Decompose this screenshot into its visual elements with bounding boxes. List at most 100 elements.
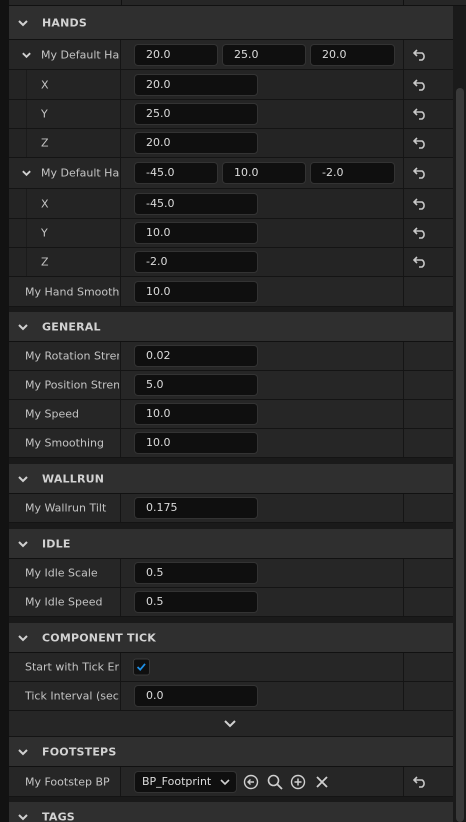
property-row-wallrun-tilt: My Wallrun Tilt 0.175 [9, 494, 453, 523]
clear-icon[interactable] [314, 774, 330, 790]
section-component-tick[interactable]: COMPONENT TICK [9, 623, 453, 653]
reset-to-default-icon[interactable] [413, 48, 427, 61]
property-row-position-strength: My Position Strength 5.0 [9, 371, 453, 400]
property-label: My Idle Scale [25, 566, 98, 580]
add-icon[interactable] [290, 774, 306, 790]
chevron-down-icon[interactable] [21, 49, 32, 60]
property-row-smoothing: My Smoothing 10.0 [9, 429, 453, 458]
reset-to-default-icon[interactable] [413, 227, 427, 239]
property-row-z: Z -2.0 [9, 248, 453, 277]
dropdown-value: BP_Footprint [142, 774, 212, 788]
chevron-down-icon[interactable] [21, 168, 32, 179]
property-label: My Smoothing [25, 436, 104, 450]
value-input[interactable]: 10.0 [134, 403, 258, 425]
chevron-down-icon[interactable] [223, 718, 237, 730]
section-wallrun[interactable]: WALLRUN [9, 464, 453, 494]
reset-to-default-icon[interactable] [413, 108, 427, 120]
axis-label: X [41, 197, 49, 210]
x-input[interactable]: 20.0 [134, 73, 258, 96]
z-input[interactable]: -2.0 [134, 251, 258, 273]
property-row-hand-offset[interactable]: My Default Hand Offset 20.0 25.0 20.0 [9, 40, 453, 70]
property-row-speed: My Speed 10.0 [9, 400, 453, 429]
z-value-field[interactable]: 20.0 [310, 43, 395, 66]
property-row-hand-rotation[interactable]: My Default Hand Rotation -45.0 10.0 -2.0 [9, 158, 453, 189]
property-label: My Rotation Strength [25, 349, 119, 363]
section-title: GENERAL [42, 320, 101, 333]
chevron-down-icon [18, 323, 28, 330]
start-with-tick-checkbox[interactable] [133, 658, 150, 676]
value-input[interactable]: 10.0 [134, 280, 258, 303]
property-row-footstep-bp: My Footstep BP BP_Footprint [9, 767, 453, 797]
value-input[interactable]: 0.175 [134, 497, 258, 519]
section-title: COMPONENT TICK [42, 631, 157, 644]
section-title: TAGS [42, 810, 75, 822]
section-footsteps[interactable]: FOOTSTEPS [9, 737, 453, 767]
property-label: My Hand Smoothing [25, 285, 119, 298]
section-tags[interactable]: TAGS [9, 802, 453, 822]
section-title: WALLRUN [42, 472, 105, 485]
property-row-idle-speed: My Idle Speed 0.5 [9, 588, 453, 617]
property-row-y: Y 25.0 [9, 100, 453, 129]
chevron-down-icon [18, 634, 28, 641]
value-input[interactable]: 10.0 [134, 432, 258, 454]
property-row-z: Z 20.0 [9, 129, 453, 158]
property-row-tick-interval: Tick Interval (secs) 0.0 [9, 682, 453, 711]
show-advanced-row[interactable] [9, 711, 453, 737]
section-title: FOOTSTEPS [42, 745, 117, 758]
reset-to-default-icon[interactable] [413, 137, 427, 149]
reset-to-default-icon[interactable] [413, 167, 427, 179]
section-title: HANDS [42, 16, 87, 29]
scrollbar-thumb[interactable] [456, 88, 464, 822]
axis-label: X [41, 78, 49, 91]
chevron-down-icon [18, 19, 28, 26]
checkmark-icon [136, 663, 146, 671]
y-value-field[interactable]: 25.0 [222, 43, 306, 66]
reset-to-default-icon[interactable] [413, 78, 427, 91]
footstep-bp-dropdown[interactable]: BP_Footprint [134, 770, 237, 793]
reset-to-default-icon[interactable] [413, 256, 427, 268]
z-input[interactable]: 20.0 [134, 132, 258, 154]
value-input[interactable]: 5.0 [134, 374, 258, 396]
x-value-field[interactable]: -45.0 [134, 162, 218, 184]
z-value-field[interactable]: -2.0 [310, 162, 395, 184]
property-label: My Wallrun Tilt [25, 501, 107, 515]
y-value-field[interactable]: 10.0 [222, 162, 306, 184]
property-label: Start with Tick Enabled [25, 660, 119, 674]
axis-label: Y [41, 226, 48, 240]
axis-label: Y [41, 107, 48, 121]
property-row-x: X 20.0 [9, 70, 453, 100]
section-hands[interactable]: HANDS [9, 6, 453, 40]
section-general[interactable]: GENERAL [9, 312, 453, 342]
chevron-down-icon [18, 475, 28, 482]
property-label: My Default Hand Rotation [41, 166, 119, 180]
section-idle[interactable]: IDLE [9, 529, 453, 559]
value-input[interactable]: 0.5 [134, 562, 258, 584]
property-label: My Speed [25, 407, 79, 421]
property-row-idle-scale: My Idle Scale 0.5 [9, 559, 453, 588]
value-input[interactable]: 0.5 [134, 591, 258, 613]
reset-to-default-icon[interactable] [413, 197, 427, 210]
property-label: Tick Interval (secs) [25, 689, 119, 703]
property-row-start-with-tick: Start with Tick Enabled [9, 653, 453, 682]
property-label: My Default Hand Offset [41, 48, 119, 61]
property-row-hand-smoothing: My Hand Smoothing 10.0 [9, 277, 453, 307]
property-row-x: X -45.0 [9, 189, 453, 219]
y-input[interactable]: 10.0 [134, 222, 258, 244]
chevron-down-icon [18, 748, 28, 755]
x-value-field[interactable]: 20.0 [134, 43, 218, 66]
left-gutter [0, 0, 9, 822]
use-selected-icon[interactable] [243, 774, 259, 790]
reset-to-default-icon[interactable] [413, 775, 427, 788]
chevron-down-icon [220, 778, 230, 785]
details-panel: HANDS My Default Hand Offset 20.0 25.0 2… [0, 0, 466, 822]
property-label: My Idle Speed [25, 595, 103, 609]
search-icon[interactable] [267, 774, 283, 790]
property-row-rotation-strength: My Rotation Strength 0.02 [9, 342, 453, 371]
value-input[interactable]: 0.02 [134, 345, 258, 367]
value-input[interactable]: 0.0 [134, 685, 258, 707]
property-label: My Footstep BP [25, 775, 110, 788]
property-label: My Position Strength [25, 378, 119, 392]
axis-label: Z [41, 255, 49, 269]
x-input[interactable]: -45.0 [134, 192, 258, 215]
y-input[interactable]: 25.0 [134, 103, 258, 125]
